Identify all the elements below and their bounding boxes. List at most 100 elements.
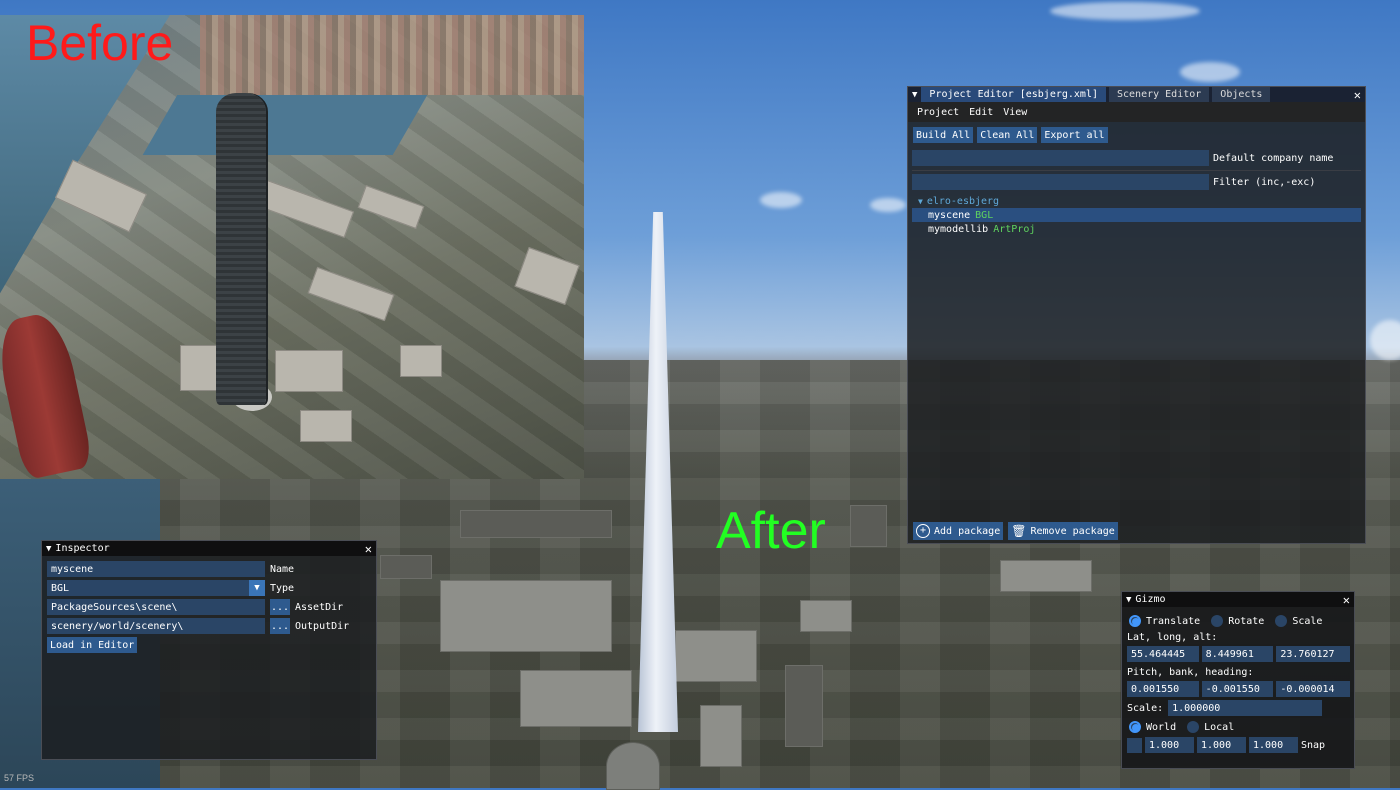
collapse-triangle-icon[interactable]: ▼ xyxy=(46,544,51,554)
close-icon[interactable]: ✕ xyxy=(365,543,372,555)
inspector-window: ▼ Inspector ✕ myscene Name BGL ▼ Type Pa… xyxy=(41,540,377,760)
project-editor-tabbar: ▼ Project Editor [esbjerg.xml] Scenery E… xyxy=(908,87,1365,102)
pitch-bank-heading-row: 0.001550 -0.001550 -0.000014 xyxy=(1122,678,1354,697)
menu-edit[interactable]: Edit xyxy=(964,107,998,118)
company-name-label: Default company name xyxy=(1213,152,1334,164)
cloud xyxy=(870,198,906,212)
snap-y-input[interactable]: 1.000 xyxy=(1197,737,1246,753)
pitch-input[interactable]: 0.001550 xyxy=(1127,681,1199,697)
chevron-down-icon[interactable]: ▼ xyxy=(249,580,265,596)
snap-checkbox[interactable] xyxy=(1127,737,1142,753)
heading-input[interactable]: -0.000014 xyxy=(1276,681,1350,697)
collapse-triangle-icon[interactable]: ▼ xyxy=(1126,595,1131,605)
tree-item-myscene[interactable]: myscene BGL xyxy=(912,208,1361,222)
radio-world[interactable] xyxy=(1129,721,1141,733)
building xyxy=(850,505,887,547)
load-row: Load in Editor xyxy=(42,634,376,653)
rotate-label: Rotate xyxy=(1228,615,1265,627)
add-package-button[interactable]: + Add package xyxy=(913,522,1004,540)
tree-root[interactable]: ▼ elro-esbjerg xyxy=(912,194,1361,208)
remove-package-button[interactable]: 🗑 Remove package xyxy=(1008,522,1118,540)
type-select[interactable]: BGL ▼ xyxy=(47,580,265,596)
bank-input[interactable]: -0.001550 xyxy=(1201,681,1274,697)
close-icon[interactable]: ✕ xyxy=(1354,89,1365,101)
translate-label: Translate xyxy=(1146,615,1201,627)
world-label: World xyxy=(1146,721,1177,733)
radio-rotate[interactable] xyxy=(1211,615,1224,627)
package-actions: + Add package 🗑 Remove package xyxy=(913,522,1118,540)
tab-objects[interactable]: Objects xyxy=(1212,87,1271,102)
scale-input[interactable]: 1.000000 xyxy=(1168,700,1323,716)
package-tree: ▼ elro-esbjerg myscene BGL mymodellib Ar… xyxy=(908,190,1365,237)
snap-z-input[interactable]: 1.000 xyxy=(1249,737,1298,753)
warehouse xyxy=(357,185,425,229)
warehouse xyxy=(257,180,355,238)
close-icon[interactable]: ✕ xyxy=(1343,594,1350,606)
filter-row: Filter (inc,-exc) xyxy=(908,171,1365,190)
cargo-ship xyxy=(0,309,94,479)
snap-row: 1.000 1.000 1.000 Snap xyxy=(1122,733,1354,753)
clean-all-button[interactable]: Clean All xyxy=(977,127,1038,143)
project-editor-window: ▼ Project Editor [esbjerg.xml] Scenery E… xyxy=(907,86,1366,544)
outputdir-input[interactable]: scenery/world/scenery\ xyxy=(47,618,265,634)
assetdir-browse-button[interactable]: ... xyxy=(270,599,290,615)
company-name-input[interactable] xyxy=(912,150,1209,166)
inspector-title: Inspector xyxy=(55,543,110,554)
building xyxy=(460,510,612,538)
warehouse xyxy=(275,350,343,392)
scale-label: Scale: xyxy=(1127,702,1164,714)
fps-counter: 57 FPS xyxy=(4,773,35,783)
building xyxy=(700,705,742,767)
tree-expand-icon[interactable]: ▼ xyxy=(918,197,923,206)
outputdir-label: OutputDir xyxy=(295,620,350,632)
inspector-titlebar[interactable]: ▼ Inspector ✕ xyxy=(42,541,376,556)
harbor-basin xyxy=(142,95,428,155)
radio-local[interactable] xyxy=(1187,721,1200,733)
radio-translate[interactable] xyxy=(1129,615,1141,627)
package-type: ArtProj xyxy=(993,224,1036,235)
build-all-button[interactable]: Build All xyxy=(913,127,974,143)
gizmo-titlebar[interactable]: ▼ Gizmo ✕ xyxy=(1122,592,1354,607)
longitude-input[interactable]: 8.449961 xyxy=(1201,646,1274,662)
assetdir-input[interactable]: PackageSources\scene\ xyxy=(47,599,265,615)
tree-root-label: elro-esbjerg xyxy=(926,195,1000,207)
latitude-input[interactable]: 55.464445 xyxy=(1127,646,1199,662)
snap-x-input[interactable]: 1.000 xyxy=(1145,737,1194,753)
building xyxy=(675,630,757,682)
menu-project[interactable]: Project xyxy=(912,107,964,118)
tab-scenery-editor[interactable]: Scenery Editor xyxy=(1109,87,1210,102)
lat-long-alt-label: Lat, long, alt: xyxy=(1127,632,1218,643)
name-label: Name xyxy=(270,563,295,575)
chimney-base xyxy=(606,742,660,790)
building xyxy=(785,665,823,747)
gizmo-title: Gizmo xyxy=(1135,594,1166,605)
tab-project-editor[interactable]: Project Editor [esbjerg.xml] xyxy=(921,87,1106,102)
name-input[interactable]: myscene xyxy=(47,561,265,577)
tree-item-mymodellib[interactable]: mymodellib ArtProj xyxy=(912,222,1361,237)
before-label: Before xyxy=(26,15,174,71)
radio-scale[interactable] xyxy=(1275,615,1288,627)
inspector-type-row: BGL ▼ Type xyxy=(42,577,376,596)
filter-input[interactable] xyxy=(912,174,1209,190)
building xyxy=(800,600,852,632)
package-type: BGL xyxy=(975,209,994,221)
cloud xyxy=(1050,2,1200,20)
altitude-input[interactable]: 23.760127 xyxy=(1276,646,1350,662)
outputdir-browse-button[interactable]: ... xyxy=(270,618,290,634)
cloud xyxy=(1370,320,1400,360)
distant-city xyxy=(200,15,584,95)
type-label: Type xyxy=(270,582,295,594)
space-row: World Local xyxy=(1122,716,1354,733)
menu-view[interactable]: View xyxy=(998,107,1032,118)
export-all-button[interactable]: Export all xyxy=(1041,127,1108,143)
building xyxy=(380,555,432,579)
after-label: After xyxy=(716,502,826,560)
warehouse xyxy=(307,266,395,322)
collapse-triangle-icon[interactable]: ▼ xyxy=(908,90,921,100)
pitch-bank-heading-label: Pitch, bank, heading: xyxy=(1127,667,1254,678)
warehouse xyxy=(54,159,148,233)
building xyxy=(520,670,632,727)
local-label: Local xyxy=(1204,721,1235,733)
load-in-editor-button[interactable]: Load in Editor xyxy=(47,637,138,653)
warehouse xyxy=(400,345,442,377)
